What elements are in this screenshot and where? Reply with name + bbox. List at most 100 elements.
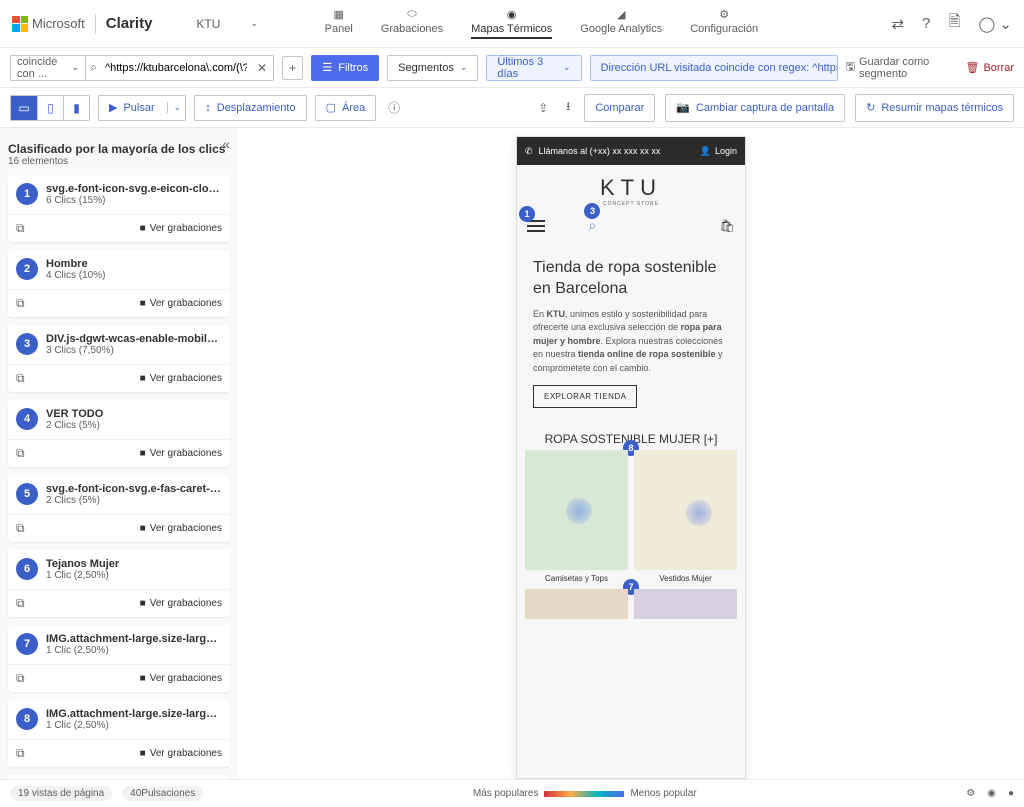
change-screenshot-button[interactable]: 📷Cambiar captura de pantalla <box>665 94 845 122</box>
url-filter-label: Dirección URL visitada coincide con rege… <box>601 62 838 74</box>
refresh-icon: ↻ <box>866 101 875 114</box>
scroll-icon: ↕ <box>205 102 211 114</box>
url-input[interactable] <box>101 56 251 80</box>
microsoft-label: Microsoft <box>32 16 85 31</box>
url-filter-chip[interactable]: Dirección URL visitada coincide con rege… <box>590 55 838 81</box>
element-name: DIV.js-dgwt-wcas-enable-mobile-f... <box>46 333 222 345</box>
rank-badge: 5 <box>16 483 38 505</box>
camera-icon: ⬭ <box>407 8 416 21</box>
ranking-card[interactable]: 6Tejanos Mujer1 Clic (2,50%)⧉■Ver grabac… <box>8 550 230 617</box>
view-recordings-link[interactable]: ■Ver grabaciones <box>140 373 222 384</box>
ranking-card[interactable]: 8IMG.attachment-large.size-large[1]1 Cli… <box>8 700 230 767</box>
copy-icon[interactable]: ⧉ <box>16 746 25 761</box>
date-range[interactable]: Últimos 3 días⌄ <box>486 55 581 81</box>
device-desktop[interactable]: ▭ <box>11 96 37 120</box>
camera-icon: ■ <box>140 673 146 684</box>
ranking-card[interactable]: 5svg.e-font-icon-svg.e-fas-caret-do...2 … <box>8 475 230 542</box>
copy-icon[interactable]: ⧉ <box>16 221 25 236</box>
element-meta: 1 Clic (2,50%) <box>46 570 222 581</box>
filters-label: Filtros <box>338 62 368 74</box>
tab-panel[interactable]: ▦Panel <box>325 8 353 39</box>
sidebar-title: Clasificado por la mayoría de los clics <box>8 142 230 156</box>
settings-icon[interactable]: ⚙ <box>966 788 975 799</box>
ranking-card[interactable]: 3DIV.js-dgwt-wcas-enable-mobile-f...3 Cl… <box>8 325 230 392</box>
compare-button[interactable]: Comparar <box>584 94 655 122</box>
product-image <box>525 589 628 619</box>
filters-button[interactable]: ☰Filtros <box>311 55 379 81</box>
change-shot-label: Cambiar captura de pantalla <box>696 102 834 114</box>
view-recordings-link[interactable]: ■Ver grabaciones <box>140 748 222 759</box>
tab-settings[interactable]: ⚙Configuración <box>690 8 758 39</box>
dashboard-icon: ▦ <box>334 8 344 21</box>
ranking-card[interactable]: 9Esenciales1 Clic (2,50%)⧉■Ver grabacion… <box>8 775 230 779</box>
tab-recordings[interactable]: ⬭Grabaciones <box>381 8 443 39</box>
help-icon[interactable]: ? <box>922 15 930 32</box>
pulsar-button[interactable]: ▶Pulsar⌄ <box>98 95 186 121</box>
view-recordings-link[interactable]: ■Ver grabaciones <box>140 298 222 309</box>
notes-icon[interactable]: 🗎 <box>948 11 960 36</box>
copy-icon[interactable]: ⧉ <box>16 521 25 536</box>
preview-nav: 1 ⌕ 3 🛍 <box>517 213 745 244</box>
visibility-icon[interactable]: ◉ <box>987 788 996 799</box>
camera-icon: ■ <box>140 598 146 609</box>
element-meta: 6 Clics (15%) <box>46 195 222 206</box>
share-icon[interactable]: ⇪ <box>534 97 552 119</box>
summarize-button[interactable]: ↻Resumir mapas térmicos <box>855 94 1014 122</box>
user-icon: 👤 <box>700 146 711 157</box>
area-icon: ▢ <box>326 101 336 114</box>
match-type[interactable]: coincide con ...⌄ <box>11 56 86 80</box>
url-search[interactable]: coincide con ...⌄ ⌕ ✕ <box>10 55 274 81</box>
ranking-card[interactable]: 7IMG.attachment-large.size-large[1]1 Cli… <box>8 625 230 692</box>
element-name: svg.e-font-icon-svg.e-eicon-close[1] <box>46 183 222 195</box>
preview-topbar: ✆ Llámanos al (+xx) xx xxx xx xx 👤Login <box>517 137 745 165</box>
element-name: Tejanos Mujer <box>46 558 222 570</box>
add-filter-button[interactable]: + <box>282 56 303 80</box>
copy-icon[interactable]: ⧉ <box>16 446 25 461</box>
clear-label: Borrar <box>983 62 1014 74</box>
view-recordings-link[interactable]: ■Ver grabaciones <box>140 673 222 684</box>
rank-badge: 3 <box>16 333 38 355</box>
device-mobile[interactable]: ▮ <box>63 96 89 120</box>
view-recordings-link[interactable]: ■Ver grabaciones <box>140 598 222 609</box>
date-label: Últimos 3 días <box>497 56 557 80</box>
copy-icon[interactable]: ⧉ <box>16 596 25 611</box>
view-recordings-link[interactable]: ■Ver grabaciones <box>140 223 222 234</box>
save-label: Guardar como segmento <box>859 56 958 80</box>
save-segment[interactable]: 🖫Guardar como segmento <box>846 56 958 80</box>
ranking-card[interactable]: 1svg.e-font-icon-svg.e-eicon-close[1]6 C… <box>8 175 230 242</box>
scroll-button[interactable]: ↕Desplazamiento <box>194 95 306 121</box>
collapse-icon[interactable]: « <box>222 136 230 152</box>
hero-body: En KTU, unimos estilo y sostenibilidad p… <box>533 308 729 376</box>
info-icon[interactable]: ⓘ <box>388 99 400 116</box>
ranking-card[interactable]: 2Hombre4 Clics (10%)⧉■Ver grabaciones <box>8 250 230 317</box>
segments-button[interactable]: Segmentos⌄ <box>387 55 478 81</box>
legend-right: Menos popular <box>630 788 696 799</box>
download-icon[interactable]: ⭳ <box>562 93 574 122</box>
login-link: 👤Login <box>700 146 737 157</box>
copy-icon[interactable]: ⧉ <box>16 671 25 686</box>
element-meta: 2 Clics (5%) <box>46 495 222 506</box>
copy-icon[interactable]: ⧉ <box>16 371 25 386</box>
area-button[interactable]: ▢Área <box>315 95 377 121</box>
copy-icon[interactable]: ⧉ <box>16 296 25 311</box>
clear-icon[interactable]: ✕ <box>251 61 273 75</box>
element-meta: 1 Clic (2,50%) <box>46 720 222 731</box>
project-selector[interactable]: KTU ⌄ <box>196 17 258 31</box>
legend-gradient <box>544 791 624 797</box>
view-recordings-link[interactable]: ■Ver grabaciones <box>140 448 222 459</box>
user-menu[interactable]: ◯ ⌄ <box>978 15 1012 33</box>
device-tablet[interactable]: ▯ <box>37 96 63 120</box>
more-icon[interactable]: ● <box>1008 788 1014 799</box>
heatmap-canvas[interactable]: ✆ Llámanos al (+xx) xx xxx xx xx 👤Login … <box>238 128 1024 779</box>
connect-icon[interactable]: ⇄ <box>891 15 904 33</box>
tab-heatmaps[interactable]: ◉Mapas Térmicos <box>471 8 552 39</box>
camera-icon: ■ <box>140 448 146 459</box>
view-recordings-link[interactable]: ■Ver grabaciones <box>140 523 222 534</box>
product-card: Camisetas y Tops <box>525 450 628 583</box>
ranking-card[interactable]: 4VER TODO2 Clics (5%)⧉■Ver grabaciones <box>8 400 230 467</box>
project-name: KTU <box>196 17 220 31</box>
tab-label: Configuración <box>690 23 758 35</box>
tab-ga[interactable]: ◢Google Analytics <box>580 8 662 39</box>
clicks-stat: 40Pulsaciones <box>122 786 203 801</box>
clear-filters[interactable]: 🗑Borrar <box>965 61 1014 74</box>
